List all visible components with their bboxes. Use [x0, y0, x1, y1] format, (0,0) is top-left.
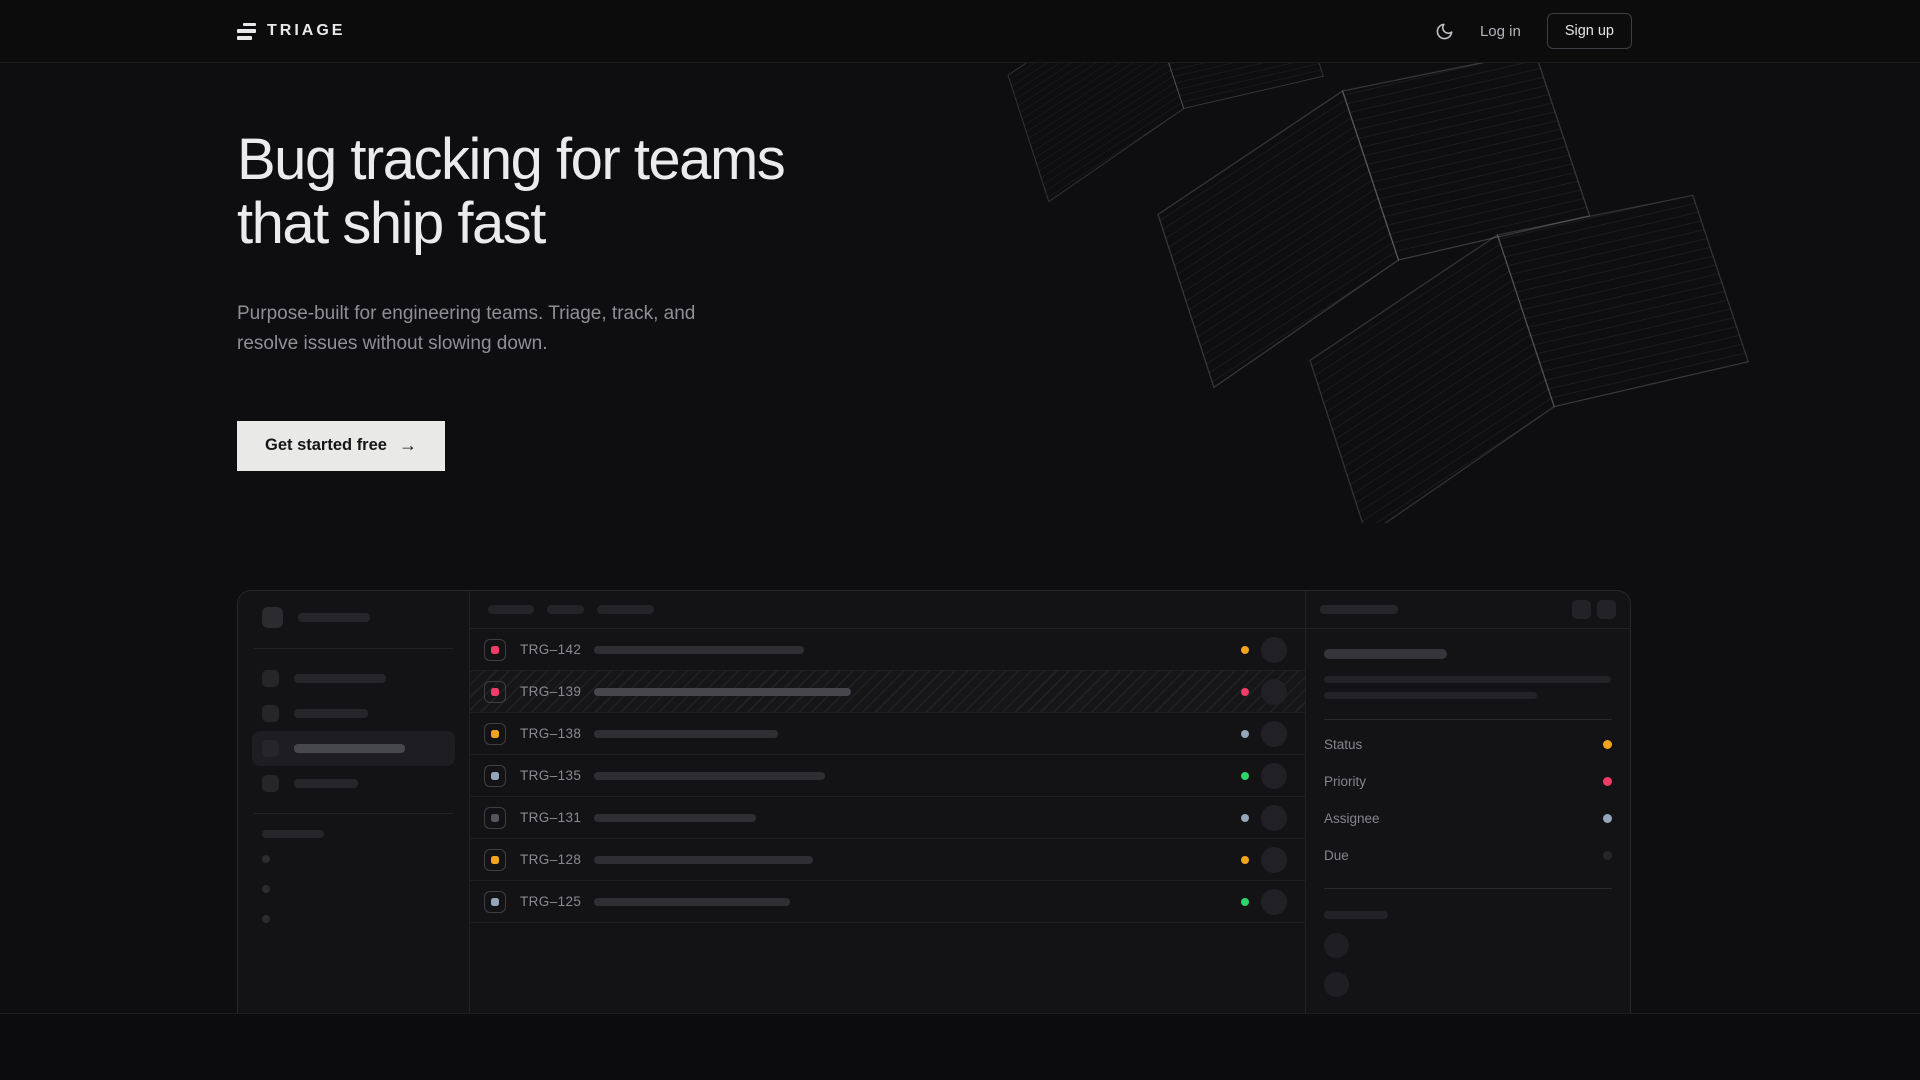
detail-title-skeleton [1324, 649, 1447, 659]
brand[interactable]: TRIAGE [237, 22, 345, 40]
field-label: Assignee [1324, 811, 1380, 826]
assignee-avatar [1261, 721, 1287, 747]
status-dot [1241, 856, 1249, 864]
issue-row[interactable]: TRG–131 [470, 797, 1305, 839]
hero-section: Bug tracking for teams that ship fast Pu… [0, 63, 1920, 1013]
brand-name: TRIAGE [267, 22, 345, 40]
issue-list-rows: TRG–142 TRG–139 TRG–138 TRG–135 TRG–131 TRG–1… [470, 629, 1305, 923]
sidebar-item[interactable] [252, 874, 455, 904]
status-dot [1241, 814, 1249, 822]
avatar [1324, 933, 1349, 958]
detail-field-row[interactable]: Assignee [1324, 800, 1612, 837]
field-value-dot [1603, 777, 1612, 786]
footer [0, 1013, 1920, 1080]
assignee-avatar [1261, 805, 1287, 831]
issue-type-icon [484, 807, 506, 829]
issue-title-skeleton [594, 730, 778, 738]
page-title: Bug tracking for teams that ship fast [237, 128, 877, 257]
mockup-sidebar [238, 591, 470, 1013]
filter-tab[interactable] [547, 605, 584, 614]
sidebar-section-label [262, 830, 324, 838]
avatar [1324, 972, 1349, 997]
issue-title-skeleton [594, 856, 813, 864]
moon-icon [1435, 22, 1454, 41]
field-value-dot [1603, 740, 1612, 749]
issue-row[interactable]: TRG–128 [470, 839, 1305, 881]
issue-type-icon [484, 891, 506, 913]
issue-title-skeleton [594, 814, 756, 822]
issue-id: TRG–142 [520, 642, 582, 657]
issue-id: TRG–128 [520, 852, 582, 867]
issue-id: TRG–135 [520, 768, 582, 783]
theme-toggle-button[interactable] [1435, 22, 1454, 41]
issue-type-icon [484, 681, 506, 703]
status-dot [1241, 646, 1249, 654]
detail-fields: Status Priority Assignee Due [1324, 726, 1612, 874]
issue-list-panel: TRG–142 TRG–139 TRG–138 TRG–135 TRG–131 TRG–1… [470, 591, 1305, 1013]
status-dot [1241, 772, 1249, 780]
issue-title-skeleton [594, 772, 825, 780]
assignee-avatar [1261, 847, 1287, 873]
top-nav: TRIAGE Log in Sign up [0, 0, 1920, 63]
detail-header [1306, 591, 1630, 629]
issue-row[interactable]: TRG–135 [470, 755, 1305, 797]
issue-list-header [470, 591, 1305, 629]
assignee-avatar [1261, 637, 1287, 663]
detail-field-row[interactable]: Due [1324, 837, 1612, 874]
assignee-avatar [1261, 889, 1287, 915]
mockup-workspace-switcher[interactable] [252, 607, 455, 628]
issue-id: TRG–139 [520, 684, 582, 699]
assignee-avatar [1261, 679, 1287, 705]
assignee-avatar [1261, 763, 1287, 789]
issue-id: TRG–138 [520, 726, 582, 741]
issue-id: TRG–125 [520, 894, 582, 909]
detail-action-button[interactable] [1572, 600, 1591, 619]
wireframe-panels-decoration [1000, 63, 1920, 523]
status-dot [1241, 898, 1249, 906]
sidebar-item[interactable] [252, 904, 455, 934]
sidebar-item[interactable] [252, 844, 455, 874]
detail-field-row[interactable]: Priority [1324, 763, 1612, 800]
issue-type-icon [484, 849, 506, 871]
detail-action-button[interactable] [1597, 600, 1616, 619]
field-value-dot [1603, 851, 1612, 860]
issue-row[interactable]: TRG–142 [470, 629, 1305, 671]
field-label: Priority [1324, 774, 1366, 789]
issue-title-skeleton [594, 688, 851, 696]
signup-button[interactable]: Sign up [1547, 13, 1632, 49]
issue-row[interactable]: TRG–139 [470, 671, 1305, 713]
field-value-dot [1603, 814, 1612, 823]
sidebar-item[interactable] [252, 696, 455, 731]
status-dot [1241, 688, 1249, 696]
sidebar-item[interactable] [252, 766, 455, 801]
sidebar-item[interactable] [252, 661, 455, 696]
issue-title-skeleton [594, 646, 804, 654]
get-started-button[interactable]: Get started free → [237, 421, 445, 471]
status-dot [1241, 730, 1249, 738]
issue-title-skeleton [594, 898, 790, 906]
issue-type-icon [484, 765, 506, 787]
app-screenshot-mockup: TRG–142 TRG–139 TRG–138 TRG–135 TRG–131 TRG–1… [237, 590, 1631, 1013]
issue-row[interactable]: TRG–138 [470, 713, 1305, 755]
activity-label-skeleton [1324, 911, 1388, 919]
arrow-right-icon: → [399, 435, 417, 456]
field-label: Due [1324, 848, 1349, 863]
filter-tab[interactable] [597, 605, 654, 614]
detail-field-row[interactable]: Status [1324, 726, 1612, 763]
filter-tab[interactable] [488, 605, 534, 614]
triage-logo-icon [237, 23, 256, 40]
issue-type-icon [484, 639, 506, 661]
sidebar-item-selected[interactable] [252, 731, 455, 766]
login-link[interactable]: Log in [1480, 23, 1521, 40]
issue-type-icon [484, 723, 506, 745]
hero-subtitle: Purpose-built for engineering teams. Tri… [237, 299, 707, 359]
field-label: Status [1324, 737, 1362, 752]
issue-row[interactable]: TRG–125 [470, 881, 1305, 923]
issue-detail-panel: Status Priority Assignee Due [1305, 591, 1630, 1013]
workspace-icon [262, 607, 283, 628]
issue-id: TRG–131 [520, 810, 582, 825]
